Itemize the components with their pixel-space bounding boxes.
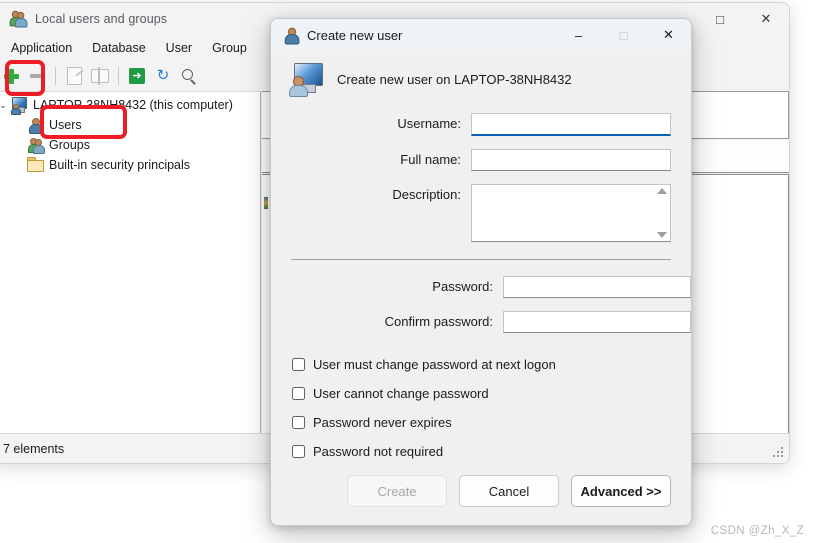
watermark: CSDN @Zh_X_Z (711, 525, 804, 537)
menu-application[interactable]: Application (1, 38, 82, 58)
checkbox-row-password-never-expires[interactable]: Password never expires (271, 415, 691, 430)
menu-group[interactable]: Group (202, 38, 257, 58)
dialog-caption-buttons: – □ ✕ (556, 19, 691, 51)
list-row-icon (264, 197, 268, 209)
tree-item-groups[interactable]: Groups (0, 135, 260, 155)
dialog-maximize-button: □ (601, 19, 646, 51)
dialog-header: Create new user on LAPTOP-38NH8432 (271, 51, 691, 95)
search-button[interactable] (177, 64, 201, 88)
edit-page-icon (67, 67, 82, 85)
add-button[interactable] (0, 64, 23, 88)
remove-button[interactable] (25, 64, 49, 88)
password-label: Password: (271, 276, 503, 298)
cannot-change-password-label: User cannot change password (313, 386, 489, 401)
tree-item-computer[interactable]: ⌄ LAPTOP-38NH8432 (this computer) (0, 95, 260, 115)
tree-item-builtin-label: Built-in security principals (49, 158, 190, 172)
tree-panel[interactable]: ⌄ LAPTOP-38NH8432 (this computer) Users (0, 91, 261, 433)
refresh-button[interactable]: ↻ (151, 64, 175, 88)
tree-item-users[interactable]: Users (0, 115, 260, 135)
field-row-description: Description: (271, 184, 691, 242)
field-row-password: Password: (271, 276, 691, 298)
scroll-down-icon[interactable] (657, 232, 667, 238)
users-group-icon (9, 10, 27, 28)
rename-button[interactable] (88, 64, 112, 88)
confirm-password-input[interactable] (503, 311, 691, 333)
create-new-user-dialog: Create new user – □ ✕ Create new user on… (270, 18, 692, 526)
search-icon (182, 69, 197, 84)
checkbox-row-password-not-required[interactable]: Password not required (271, 444, 691, 459)
export-arrow-icon: ➜ (129, 68, 145, 84)
checkbox-row-must-change-password[interactable]: User must change password at next logon (271, 357, 691, 372)
password-not-required-checkbox[interactable] (292, 445, 305, 458)
status-text: 7 elements (3, 442, 64, 456)
description-label: Description: (271, 184, 471, 206)
tree-item-builtin-security-principals[interactable]: Built-in security principals (0, 155, 260, 175)
password-never-expires-label: Password never expires (313, 415, 452, 430)
computer-user-icon (11, 97, 28, 113)
toolbar-separator-2 (118, 67, 119, 85)
scroll-up-icon[interactable] (657, 188, 667, 194)
toolbar-separator-1 (55, 67, 56, 85)
username-label: Username: (271, 113, 471, 135)
fullname-label: Full name: (271, 149, 471, 171)
advanced-button[interactable]: Advanced >> (571, 475, 671, 507)
refresh-icon: ↻ (155, 68, 171, 84)
dialog-minimize-button[interactable]: – (556, 19, 601, 51)
tree-item-users-label: Users (49, 118, 82, 132)
close-button[interactable]: ✕ (743, 3, 789, 35)
checkbox-row-cannot-change-password[interactable]: User cannot change password (271, 386, 691, 401)
tree-item-computer-label: LAPTOP-38NH8432 (this computer) (33, 98, 233, 112)
screen: Local users and groups – □ ✕ Application… (0, 0, 814, 543)
dialog-titlebar[interactable]: Create new user – □ ✕ (271, 19, 691, 51)
password-never-expires-checkbox[interactable] (292, 416, 305, 429)
dialog-body: Create new user on LAPTOP-38NH8432 Usern… (271, 51, 691, 525)
resize-grip[interactable] (772, 446, 783, 457)
field-row-fullname: Full name: (271, 149, 691, 171)
background-window-title: Local users and groups (35, 12, 167, 26)
dialog-title: Create new user (307, 28, 402, 43)
cancel-button[interactable]: Cancel (459, 475, 559, 507)
rename-icon (91, 69, 109, 83)
edit-button[interactable] (62, 64, 86, 88)
user-icon (283, 27, 299, 43)
description-field-wrapper (471, 184, 671, 242)
fullname-input[interactable] (471, 149, 671, 171)
field-row-confirm-password: Confirm password: (271, 311, 691, 333)
password-not-required-label: Password not required (313, 444, 443, 459)
dialog-close-button[interactable]: ✕ (646, 19, 691, 51)
user-icon (27, 117, 44, 133)
minus-icon (30, 74, 44, 78)
dialog-button-bar: Create Cancel Advanced >> (347, 475, 671, 507)
dialog-header-text: Create new user on LAPTOP-38NH8432 (337, 72, 572, 87)
group-icon (27, 137, 44, 153)
folder-icon (27, 157, 44, 173)
must-change-password-checkbox[interactable] (292, 358, 305, 371)
description-scrollbar[interactable] (654, 185, 670, 241)
dialog-separator (291, 259, 671, 260)
username-input[interactable] (471, 113, 671, 136)
maximize-button[interactable]: □ (697, 3, 743, 35)
plus-icon (4, 69, 19, 84)
menu-database[interactable]: Database (82, 38, 156, 58)
tree-item-groups-label: Groups (49, 138, 90, 152)
export-button[interactable]: ➜ (125, 64, 149, 88)
must-change-password-label: User must change password at next logon (313, 357, 556, 372)
computer-user-icon (289, 63, 323, 95)
password-input[interactable] (503, 276, 691, 298)
description-textarea[interactable] (472, 185, 654, 241)
field-row-username: Username: (271, 113, 691, 136)
menu-user[interactable]: User (156, 38, 202, 58)
confirm-password-label: Confirm password: (271, 311, 503, 333)
cannot-change-password-checkbox[interactable] (292, 387, 305, 400)
create-button: Create (347, 475, 447, 507)
